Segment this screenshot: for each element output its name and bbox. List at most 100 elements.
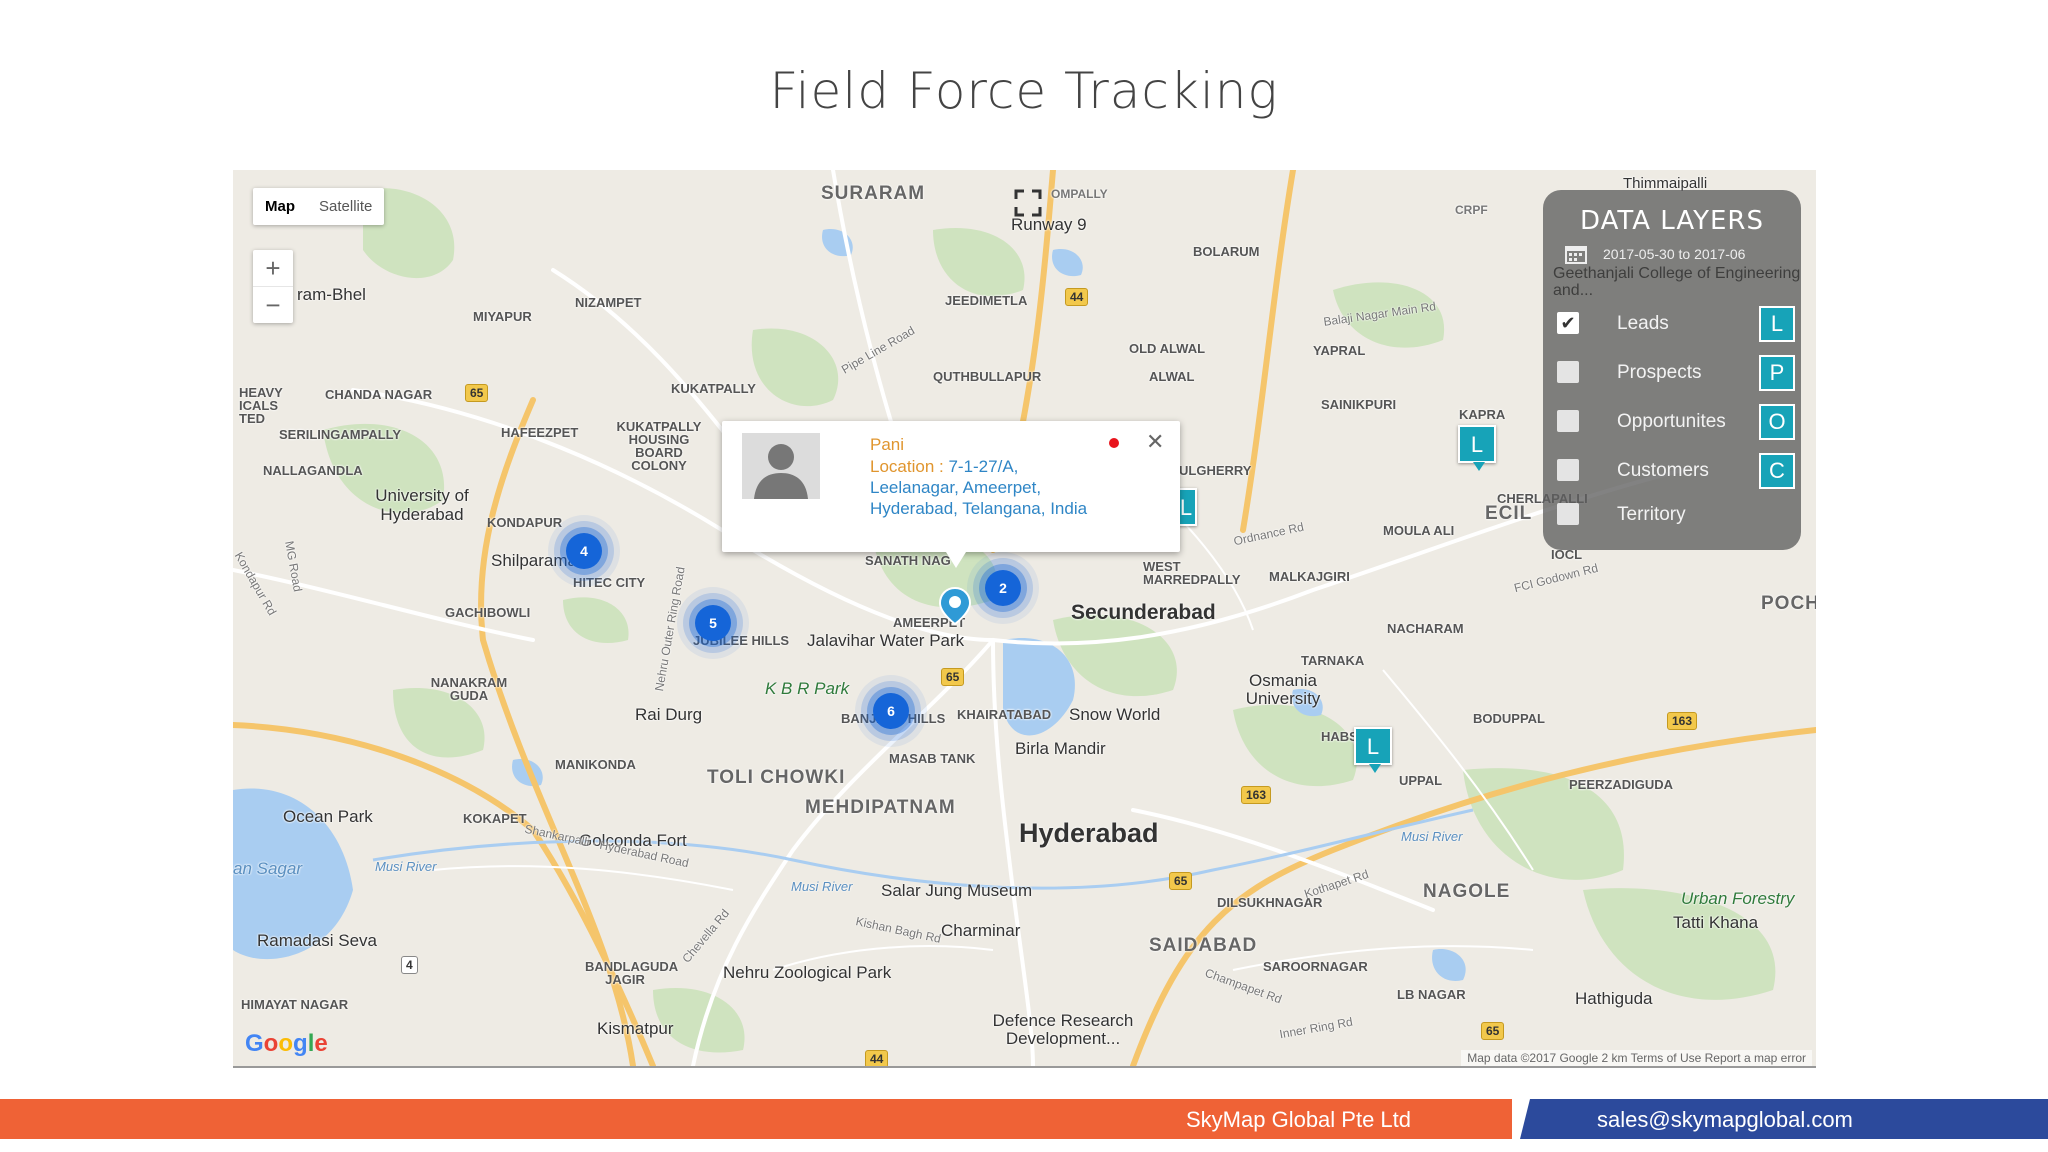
map-label-kondapur: KONDAPUR [487, 515, 563, 530]
highway-shield: 44 [1065, 288, 1089, 306]
map-label-malkajgiri: MALKAJGIRI [1269, 569, 1350, 584]
map-label-bandlaguda: BANDLAGUDA JAGIR [585, 959, 679, 987]
map-label-kokapet: KOKAPET [463, 811, 527, 826]
data-layers-panel: DATA LAYERS 2017-05-30 to 2017-06 Geetha… [1543, 190, 1801, 550]
zoom-control: + − [253, 250, 293, 323]
map-label-salar-jung-museum: Salar Jung Museum [881, 881, 1033, 900]
info-window: Pani Location : 7-1-27/A, Leelanagar, Am… [722, 421, 1180, 568]
opportunities-checkbox[interactable] [1557, 410, 1579, 432]
map-label-defence-research: Defence Research Development... [992, 1011, 1134, 1048]
map-label-quthbullapur: QUTHBULLAPUR [933, 369, 1042, 384]
map-label-nacharam: NACHARAM [1387, 621, 1464, 636]
lead-marker[interactable]: L [1458, 425, 1496, 471]
contact-email[interactable]: sales@skymapglobal.com [1597, 1107, 1853, 1133]
map-label-hafeezpet: HAFEEZPET [501, 425, 579, 440]
customers-checkbox[interactable] [1557, 459, 1579, 481]
layer-name: Territory [1617, 504, 1686, 525]
map-label-serilingampally: SERILINGAMPALLY [279, 427, 402, 442]
map-type-map-button[interactable]: Map [253, 188, 307, 225]
map-label-nanakramguda: NANAKRAM GUDA [430, 675, 508, 703]
zoom-in-button[interactable]: + [253, 250, 293, 286]
leads-badge: L [1759, 306, 1795, 342]
lead-marker[interactable]: L [1354, 727, 1392, 773]
customers-badge: C [1759, 453, 1795, 489]
calendar-icon[interactable] [1565, 244, 1587, 264]
cluster-marker[interactable]: 4 [566, 533, 602, 569]
map-label-khairatabad: KHAIRATABAD [957, 707, 1052, 722]
map-label-ecil: ECIL [1485, 503, 1533, 524]
fullscreen-icon[interactable] [1013, 188, 1043, 218]
map-label-osmania-university: Osmania University [1245, 671, 1321, 708]
map-label-ocean-park: Ocean Park [283, 807, 373, 826]
close-button[interactable]: ✕ [1146, 429, 1164, 455]
employee-name: Pani [870, 435, 905, 454]
map-label-gachibowli: GACHIBOWLI [445, 605, 531, 620]
map-label-yapral: YAPRAL [1313, 343, 1366, 358]
highway-shield: 163 [1667, 712, 1698, 730]
map-label-jeedimetla: JEEDIMETLA [945, 293, 1028, 308]
map-label-saroornagar: SAROORNAGAR [1263, 959, 1368, 974]
date-range[interactable]: 2017-05-30 to 2017-06 [1603, 246, 1745, 262]
map-label-rai-durg: Rai Durg [635, 705, 703, 724]
cluster-marker[interactable]: 2 [985, 570, 1021, 606]
layer-row-leads[interactable]: ✔ Leads L [1557, 302, 1797, 342]
leads-checkbox[interactable]: ✔ [1557, 312, 1579, 334]
map-label-birla-mandir: Birla Mandir [1015, 739, 1106, 758]
map-label-nagole: NAGOLE [1423, 881, 1511, 902]
map-label-moula-ali: MOULA ALI [1383, 523, 1455, 538]
location-key: Location : [870, 457, 949, 476]
map-label-west-marredpally: WEST MARREDPALLY [1143, 559, 1241, 587]
map-label-charminar: Charminar [941, 921, 1021, 940]
layer-name: Opportunites [1617, 411, 1726, 432]
map-label-toli-chowki: TOLI CHOWKI [707, 767, 846, 788]
map-label-sainikpuri: SAINIKPURI [1321, 397, 1397, 412]
map-label-musi-river-east: Musi River [1401, 829, 1463, 844]
zoom-out-button[interactable]: − [253, 286, 293, 323]
map-label-snow-world: Snow World [1069, 705, 1161, 724]
layer-row-prospects[interactable]: Prospects P [1557, 351, 1797, 391]
data-layers-title: DATA LAYERS [1580, 206, 1764, 236]
layer-row-opportunities[interactable]: Opportunites O [1557, 400, 1797, 440]
highway-shield: 65 [1169, 872, 1193, 890]
location-pin-icon[interactable] [938, 586, 972, 626]
employee-location: Location : 7-1-27/A, Leelanagar, Ameerpe… [870, 456, 1100, 519]
map-view[interactable]: SURARAM OMPALLY Runway 9 CRPF Thimmaipal… [233, 170, 1816, 1068]
map-label-peerzadiguda: PEERZADIGUDA [1569, 777, 1674, 792]
map-label-nizampet: NIZAMPET [575, 295, 642, 310]
map-type-satellite-button[interactable]: Satellite [307, 188, 384, 225]
map-label-hyderabad: Hyderabad [1019, 818, 1159, 848]
opportunities-badge: O [1759, 404, 1795, 440]
google-logo: Google [245, 1030, 328, 1057]
map-label-miyapur: MIYAPUR [473, 309, 532, 324]
map-label-kukatpally-housing: KUKATPALLY HOUSING BOARD COLONY [616, 419, 702, 473]
map-label-chandanagar: CHANDA NAGAR [325, 387, 433, 402]
map-label-himayat-nagar: HIMAYAT NAGAR [241, 997, 349, 1012]
map-label-runway9: Runway 9 [1011, 215, 1087, 234]
territory-checkbox[interactable] [1557, 503, 1579, 525]
map-label-jalavihar: Jalavihar Water Park [807, 631, 965, 650]
cluster-marker[interactable]: 5 [695, 605, 731, 641]
layer-name: Customers [1617, 460, 1709, 481]
footer-bar: SkyMap Global Pte Ltd sales@skymapglobal… [0, 1099, 2048, 1139]
map-label-masab-tank: MASAB TANK [889, 751, 976, 766]
highway-shield: 65 [941, 668, 965, 686]
map-label-kismatpur: Kismatpur [597, 1019, 674, 1038]
map-label-ompally: OMPALLY [1051, 187, 1108, 201]
map-label-secunderabad: Secunderabad [1071, 601, 1216, 624]
layer-row-customers[interactable]: Customers C [1557, 449, 1797, 489]
cluster-marker[interactable]: 6 [873, 693, 909, 729]
slide-title: Field Force Tracking [769, 62, 1279, 120]
map-label-ulgherry: ULGHERRY [1179, 463, 1252, 478]
layer-row-territory[interactable]: Territory [1557, 493, 1797, 533]
map-label-musi-river-center: Musi River [791, 879, 853, 894]
map-label-uppal: UPPAL [1399, 773, 1443, 788]
map-label-kbr-park: K B R Park [765, 679, 850, 698]
map-label-university-of-hyderabad: University of Hyderabad [375, 486, 469, 524]
company-name: SkyMap Global Pte Ltd [1186, 1107, 1412, 1132]
map-label-old-alwal: OLD ALWAL [1129, 341, 1206, 356]
map-attribution[interactable]: Map data ©2017 Google 2 km Terms of Use … [1461, 1050, 1812, 1066]
map-label-nallagandla: NALLAGANDLA [263, 463, 363, 478]
map-label-musi-river-west: Musi River [375, 859, 437, 874]
highway-shield: 65 [1481, 1022, 1505, 1040]
prospects-checkbox[interactable] [1557, 361, 1579, 383]
